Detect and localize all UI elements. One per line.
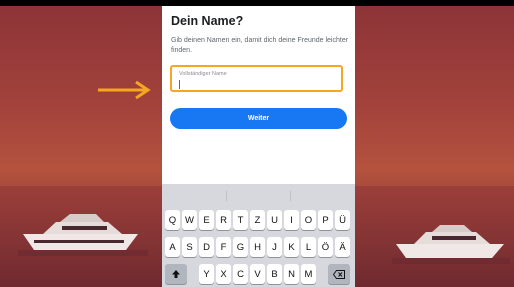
key-o[interactable]: O <box>301 210 316 230</box>
key-e[interactable]: E <box>199 210 214 230</box>
key-q[interactable]: Q <box>165 210 180 230</box>
key-n[interactable]: N <box>284 264 299 284</box>
key-b[interactable]: B <box>267 264 282 284</box>
key-u[interactable]: U <box>267 210 282 230</box>
key-ae[interactable]: Ä <box>335 237 350 257</box>
key-f[interactable]: F <box>216 237 231 257</box>
yacht-right-image <box>392 225 510 264</box>
key-c[interactable]: C <box>233 264 248 284</box>
key-l[interactable]: L <box>301 237 316 257</box>
key-y[interactable]: Y <box>199 264 214 284</box>
keyboard: Q W E R T Z U I O P Ü A S D F G H J K L … <box>162 184 355 287</box>
key-s[interactable]: S <box>182 237 197 257</box>
suggestion-bar <box>162 184 355 208</box>
next-button[interactable]: Weiter <box>170 108 347 129</box>
key-w[interactable]: W <box>182 210 197 230</box>
key-t[interactable]: T <box>233 210 248 230</box>
full-name-label: Vollständiger Name <box>179 71 227 77</box>
page-subtitle: Gib deinen Namen ein, damit dich deine F… <box>171 37 349 54</box>
key-h[interactable]: H <box>250 237 265 257</box>
key-oe[interactable]: Ö <box>318 237 333 257</box>
key-j[interactable]: J <box>267 237 282 257</box>
phone-screen: Dein Name? Gib deinen Namen ein, damit d… <box>162 6 355 287</box>
key-p[interactable]: P <box>318 210 333 230</box>
key-k[interactable]: K <box>284 237 299 257</box>
key-i[interactable]: I <box>284 210 299 230</box>
key-v[interactable]: V <box>250 264 265 284</box>
suggestion-divider <box>226 191 227 201</box>
key-ue[interactable]: Ü <box>335 210 350 230</box>
yacht-left-image <box>18 214 148 256</box>
key-d[interactable]: D <box>199 237 214 257</box>
key-m[interactable]: M <box>301 264 316 284</box>
page-title: Dein Name? <box>171 14 244 28</box>
key-z[interactable]: Z <box>250 210 265 230</box>
key-x[interactable]: X <box>216 264 231 284</box>
delete-key[interactable] <box>328 264 350 284</box>
key-r[interactable]: R <box>216 210 231 230</box>
arrow-right-icon <box>98 80 151 100</box>
suggestion-divider <box>290 191 291 201</box>
key-g[interactable]: G <box>233 237 248 257</box>
shift-arrow-icon <box>172 270 180 278</box>
shift-key[interactable] <box>165 264 187 284</box>
backspace-icon <box>333 269 345 279</box>
full-name-input[interactable]: Vollständiger Name <box>170 65 343 92</box>
text-cursor <box>179 80 180 89</box>
key-a[interactable]: A <box>165 237 180 257</box>
